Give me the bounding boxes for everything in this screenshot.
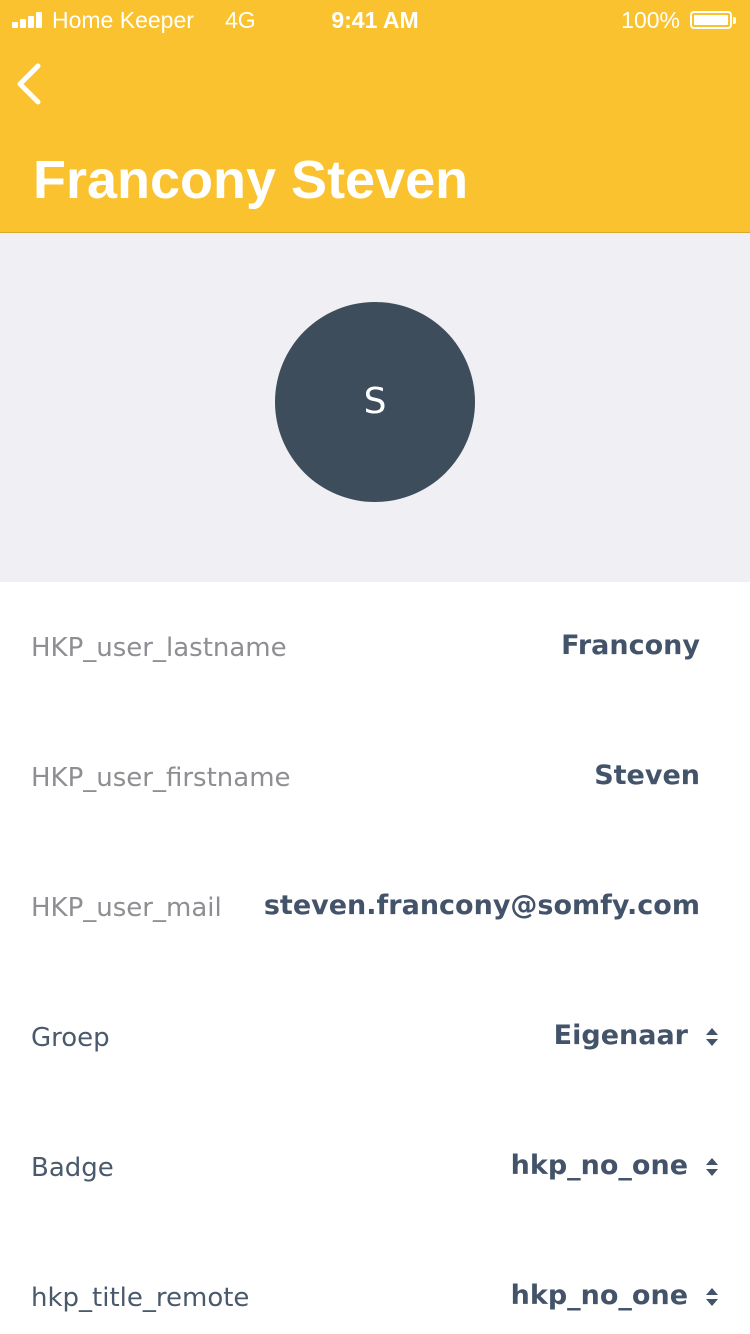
field-label: HKP_user_mail	[31, 893, 222, 923]
badge-select[interactable]: hkp_no_one	[511, 1146, 688, 1186]
avatar[interactable]: S	[275, 302, 475, 502]
chevron-left-icon	[17, 63, 41, 105]
battery-icon	[690, 11, 736, 29]
status-bar: Home Keeper 4G 9:41 AM 100%	[0, 0, 750, 40]
chevron-updown-icon[interactable]	[705, 1158, 719, 1176]
field-row-group[interactable]: Groep Eigenaar	[0, 972, 750, 1102]
remote-select[interactable]: hkp_no_one	[511, 1276, 688, 1316]
chevron-updown-icon[interactable]	[705, 1028, 719, 1046]
user-detail-screen: Home Keeper 4G 9:41 AM 100% Francony Ste…	[0, 0, 750, 1334]
field-label: hkp_title_remote	[31, 1283, 250, 1313]
field-label: Groep	[31, 1023, 110, 1053]
field-label: Badge	[31, 1153, 114, 1183]
field-row-mail: HKP_user_mail steven.francony@somfy.com	[0, 842, 750, 972]
back-button[interactable]	[10, 56, 54, 112]
field-row-badge[interactable]: Badge hkp_no_one	[0, 1102, 750, 1232]
group-select[interactable]: Eigenaar	[554, 1016, 688, 1056]
chevron-updown-icon[interactable]	[705, 1288, 719, 1306]
field-label: HKP_user_firstname	[31, 763, 291, 793]
battery-percent: 100%	[621, 7, 680, 33]
avatar-section: S	[0, 233, 750, 582]
field-value: steven.francony@somfy.com	[263, 890, 700, 921]
field-row-firstname: HKP_user_firstname Steven	[0, 712, 750, 842]
field-row-remote[interactable]: hkp_title_remote hkp_no_one	[0, 1232, 750, 1334]
page-title: Francony Steven	[33, 150, 469, 210]
user-fields-list: HKP_user_lastname Francony HKP_user_firs…	[0, 582, 750, 1334]
header: Home Keeper 4G 9:41 AM 100% Francony Ste…	[0, 0, 750, 233]
field-label: HKP_user_lastname	[31, 633, 287, 663]
field-value: Francony	[561, 630, 700, 661]
field-row-lastname: HKP_user_lastname Francony	[0, 582, 750, 712]
field-value: Steven	[594, 760, 700, 791]
